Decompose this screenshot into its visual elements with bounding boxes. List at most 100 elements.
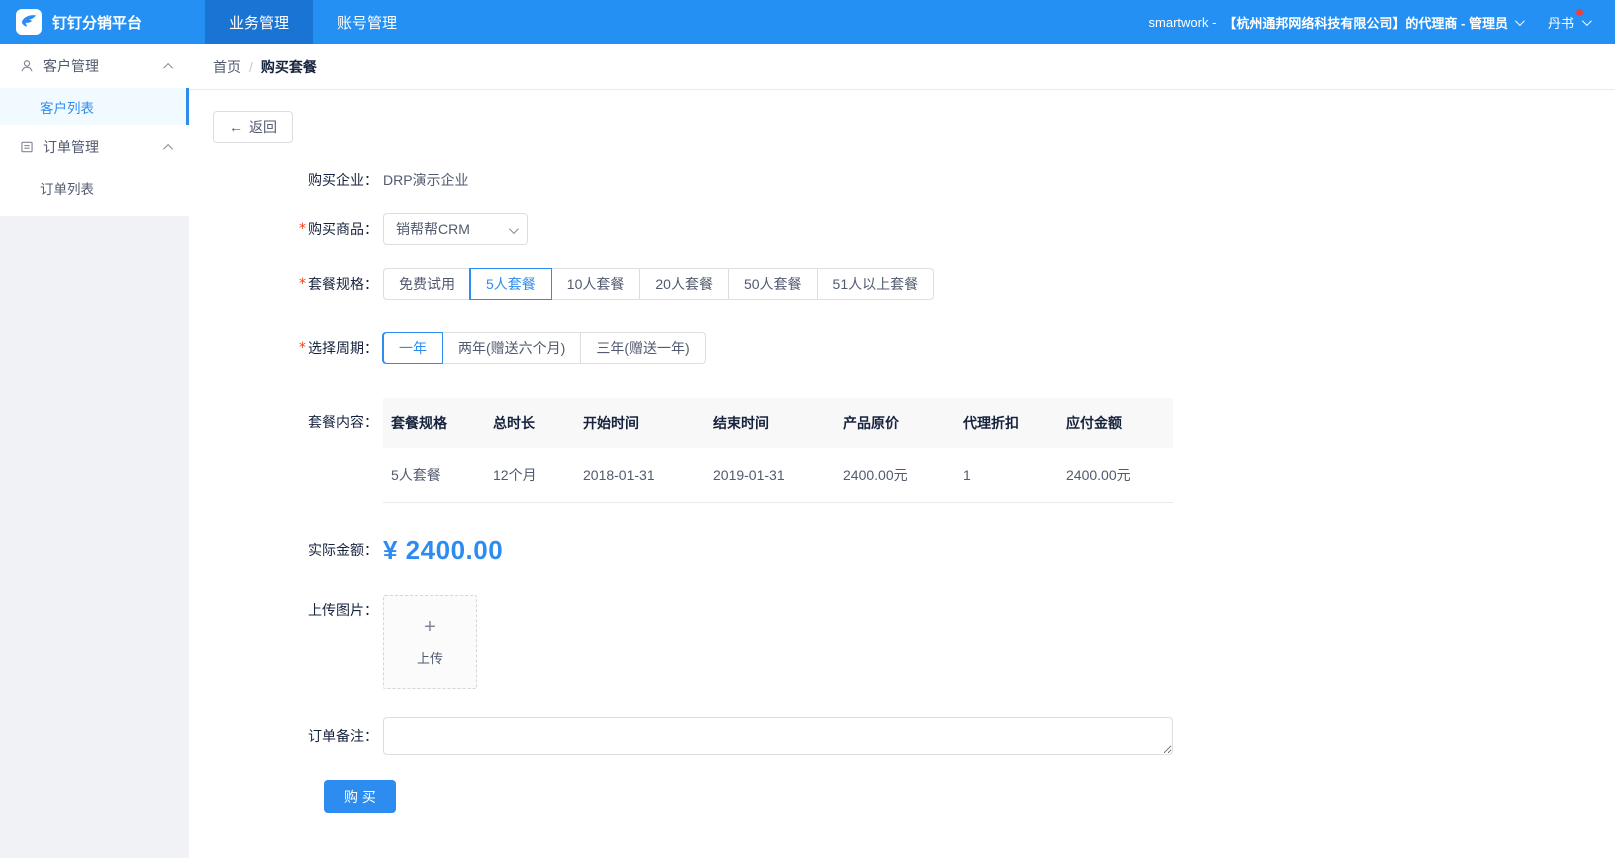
table-header: 应付金额 <box>1058 398 1173 448</box>
remark-control <box>383 717 1173 758</box>
table-header: 代理折扣 <box>955 398 1058 448</box>
user-name: 丹书 <box>1548 8 1583 32</box>
sidebar: 客户管理 客户列表 订单管理 订单列表 <box>0 44 189 858</box>
upload-dropzone[interactable]: + 上传 <box>383 595 477 689</box>
product-label: * 购买商品： <box>213 213 378 245</box>
sidebar-item-order-list[interactable]: 订单列表 <box>0 169 189 206</box>
top-nav-menu: 业务管理 账号管理 <box>205 0 421 44</box>
sidebar-group-label: 订单管理 <box>43 139 99 155</box>
breadcrumb-home[interactable]: 首页 <box>213 57 241 77</box>
order-remark-input[interactable] <box>383 717 1173 755</box>
remark-label: 订单备注： <box>308 728 378 744</box>
cell-end-date: 2019-01-31 <box>705 448 835 503</box>
actual-amount-value: ¥ 2400.00 <box>383 535 504 565</box>
page-layout: 客户管理 客户列表 订单管理 订单列表 首页 / 购买套餐 ← 返回 购买企业：… <box>0 44 1615 858</box>
agent-info: 【杭州通邦网络科技有限公司】的代理商 - 管理员 <box>1223 15 1508 31</box>
sidebar-menu: 客户管理 客户列表 订单管理 订单列表 <box>0 44 189 216</box>
sidebar-group-customer[interactable]: 客户管理 <box>0 44 189 88</box>
breadcrumb-separator: / <box>249 59 253 75</box>
order-icon <box>20 140 34 154</box>
company-row: 购买企业： DRP演示企业 <box>213 169 1591 191</box>
spec-label: * 套餐规格： <box>213 268 378 300</box>
buy-row: 购 买 <box>324 780 1591 813</box>
chevron-down-icon <box>508 224 519 235</box>
package-content-label: 套餐内容： <box>308 414 378 430</box>
notification-badge-dot <box>1576 8 1583 16</box>
spec-option-51-plus-users[interactable]: 51人以上套餐 <box>816 268 935 300</box>
agent-menu[interactable]: smartwork - 【杭州通邦网络科技有限公司】的代理商 - 管理员 <box>1148 13 1525 32</box>
required-mark: * <box>299 221 306 237</box>
app-title: 钉钉分销平台 <box>52 14 143 32</box>
sidebar-item-customer-list[interactable]: 客户列表 <box>0 88 189 125</box>
spec-row: * 套餐规格： 免费试用 5人套餐 10人套餐 20人套餐 50人套餐 51人以… <box>213 268 1591 300</box>
table-header-row: 套餐规格 总时长 开始时间 结束时间 产品原价 代理折扣 应付金额 <box>383 398 1173 448</box>
period-option-three-years[interactable]: 三年(赠送一年) <box>580 332 706 364</box>
main-content: 首页 / 购买套餐 ← 返回 购买企业： DRP演示企业 * 购买商品： 销帮帮… <box>189 44 1615 858</box>
purchase-form-area: ← 返回 购买企业： DRP演示企业 * 购买商品： 销帮帮CRM * 套餐规格… <box>189 90 1615 813</box>
spec-option-20-users[interactable]: 20人套餐 <box>639 268 729 300</box>
spec-option-50-users[interactable]: 50人套餐 <box>727 268 818 300</box>
nav-item-account[interactable]: 账号管理 <box>313 0 421 44</box>
product-select-value: 销帮帮CRM <box>396 221 470 237</box>
table-header: 开始时间 <box>575 398 705 448</box>
table-header: 结束时间 <box>705 398 835 448</box>
period-label: * 选择周期： <box>213 332 378 364</box>
period-radio-group: 一年 两年(赠送六个月) 三年(赠送一年) <box>383 332 706 364</box>
period-option-one-year[interactable]: 一年 <box>383 332 443 364</box>
remark-row: 订单备注： <box>213 717 1591 758</box>
app-logo-icon <box>16 9 42 35</box>
sidebar-item-label: 订单列表 <box>40 181 94 197</box>
upload-row: 上传图片： + 上传 <box>213 595 1591 689</box>
user-menu[interactable]: 丹书 <box>1548 8 1592 32</box>
buy-button[interactable]: 购 买 <box>324 780 396 813</box>
app-logo: 钉钉分销平台 <box>0 0 189 44</box>
sidebar-group-order[interactable]: 订单管理 <box>0 125 189 169</box>
chevron-down-icon <box>1581 15 1592 26</box>
amount-row: 实际金额： ¥ 2400.00 <box>213 531 1591 569</box>
purchase-form: 购买企业： DRP演示企业 * 购买商品： 销帮帮CRM * 套餐规格： 免费试… <box>213 169 1591 813</box>
upload-text: 上传 <box>416 651 443 666</box>
user-icon <box>20 59 34 73</box>
table-row: 5人套餐 12个月 2018-01-31 2019-01-31 2400.00元… <box>383 448 1173 503</box>
topbar-right: smartwork - 【杭州通邦网络科技有限公司】的代理商 - 管理员 丹书 <box>1149 0 1615 44</box>
cell-original-price: 2400.00元 <box>835 448 955 503</box>
cell-agent-discount: 1 <box>955 448 1058 503</box>
table-header: 总时长 <box>485 398 575 448</box>
cell-start-date: 2018-01-31 <box>575 448 705 503</box>
plus-icon: + <box>424 616 436 638</box>
spec-option-free-trial[interactable]: 免费试用 <box>383 268 471 300</box>
package-table: 套餐规格 总时长 开始时间 结束时间 产品原价 代理折扣 应付金额 5人套餐 1… <box>383 398 1173 503</box>
breadcrumb: 首页 / 购买套餐 <box>189 44 1615 77</box>
spec-radio-group: 免费试用 5人套餐 10人套餐 20人套餐 50人套餐 51人以上套餐 <box>383 268 935 300</box>
period-row: * 选择周期： 一年 两年(赠送六个月) 三年(赠送一年) <box>213 332 1591 364</box>
amount-label: 实际金额： <box>308 542 378 558</box>
agent-prefix: smartwork - <box>1148 14 1217 30</box>
spec-option-10-users[interactable]: 10人套餐 <box>550 268 641 300</box>
back-arrow-icon: ← <box>229 119 243 135</box>
upload-label: 上传图片： <box>308 602 378 618</box>
period-option-two-years[interactable]: 两年(赠送六个月) <box>442 332 582 364</box>
product-select[interactable]: 销帮帮CRM <box>383 213 528 245</box>
nav-item-business[interactable]: 业务管理 <box>205 0 314 44</box>
company-label: 购买企业： <box>308 172 378 188</box>
spec-option-5-users[interactable]: 5人套餐 <box>470 268 552 300</box>
package-content-table-wrap: 套餐规格 总时长 开始时间 结束时间 产品原价 代理折扣 应付金额 5人套餐 1… <box>383 398 1173 503</box>
required-mark: * <box>299 340 306 356</box>
cell-payable-amount: 2400.00元 <box>1058 448 1173 503</box>
sidebar-item-label: 客户列表 <box>40 100 94 116</box>
table-header: 套餐规格 <box>383 398 485 448</box>
cell-duration: 12个月 <box>485 448 575 503</box>
table-header: 产品原价 <box>835 398 955 448</box>
company-value: DRP演示企业 <box>383 172 469 188</box>
required-mark: * <box>299 276 306 292</box>
back-button[interactable]: ← 返回 <box>213 111 293 143</box>
back-button-label: 返回 <box>249 119 277 135</box>
cell-spec: 5人套餐 <box>383 448 485 503</box>
chevron-up-icon <box>163 62 174 73</box>
chevron-up-icon <box>163 143 174 154</box>
product-row: * 购买商品： 销帮帮CRM <box>213 213 1591 245</box>
sidebar-group-label: 客户管理 <box>43 58 99 74</box>
breadcrumb-current: 购买套餐 <box>260 59 317 75</box>
top-navbar: 钉钉分销平台 业务管理 账号管理 smartwork - 【杭州通邦网络科技有限… <box>0 0 1615 44</box>
chevron-down-icon <box>1514 15 1525 26</box>
